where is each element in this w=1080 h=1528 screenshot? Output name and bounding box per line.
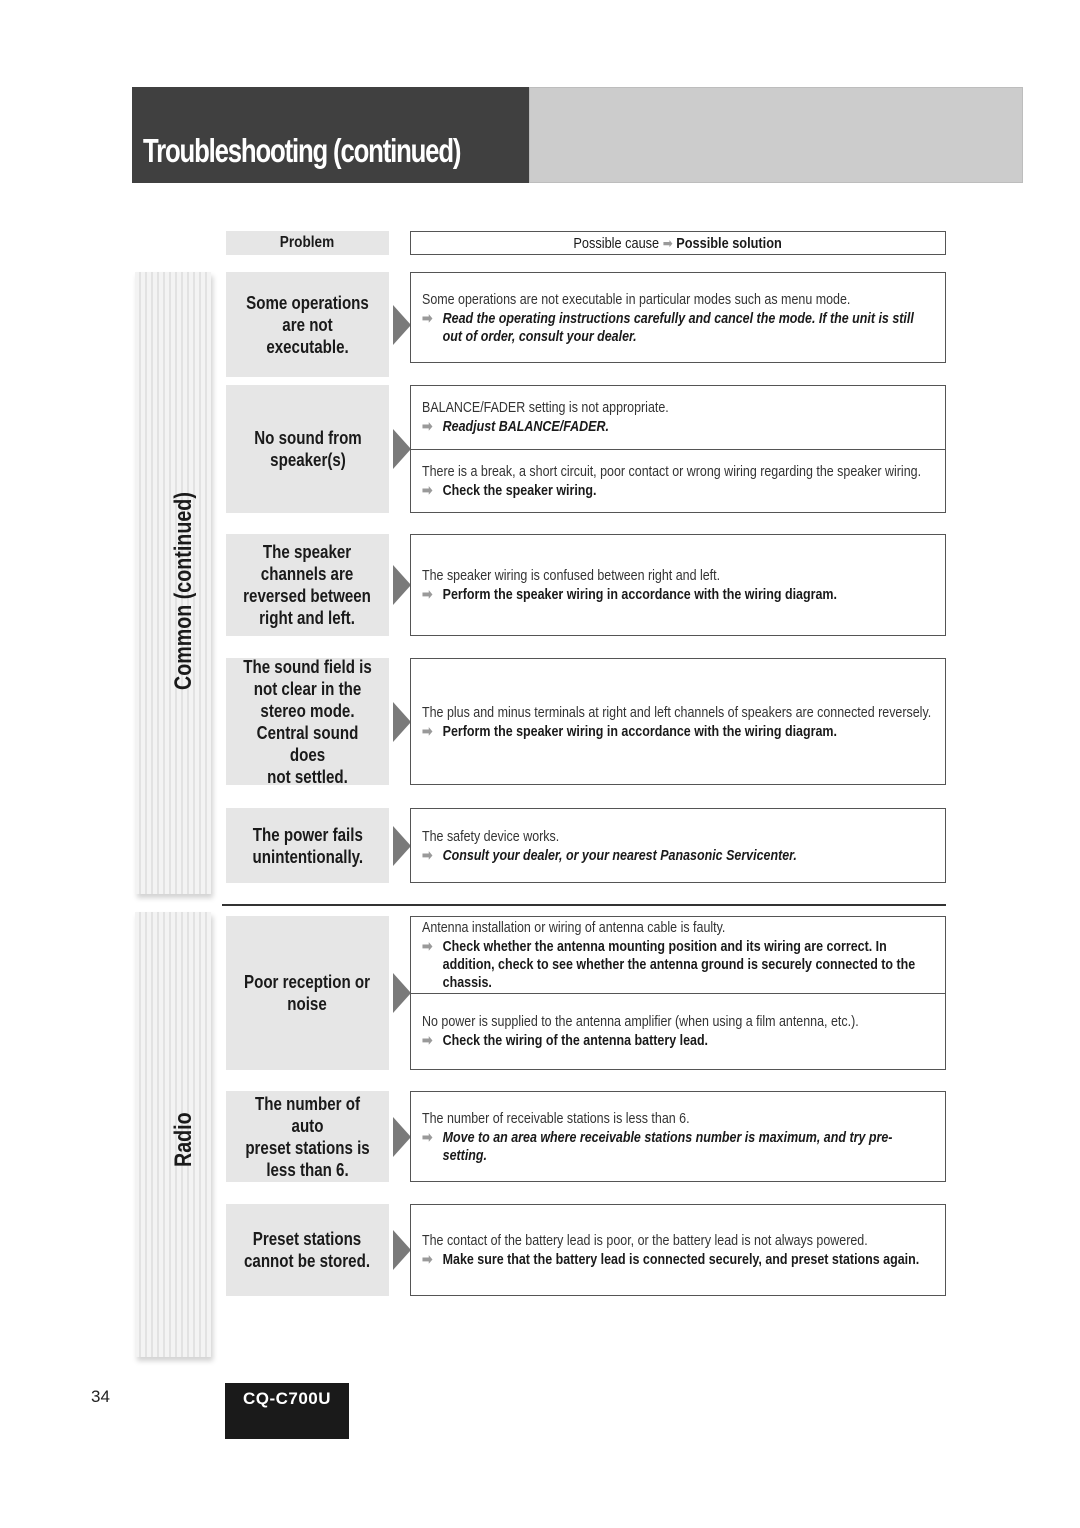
pointer-arrow-icon: [393, 1230, 411, 1270]
cause-text: The contact of the battery lead is poor,…: [422, 1233, 868, 1249]
page-title: Troubleshooting (continued): [143, 132, 461, 169]
problem-text: Some operations are not executable.: [246, 292, 369, 357]
solution: ➡ Check whether the antenna mounting posi…: [422, 938, 934, 992]
section-divider: [222, 904, 946, 906]
pointer-arrow-icon: [393, 701, 411, 742]
solution: ➡ Make sure that the battery lead is conn…: [422, 1251, 934, 1269]
page-number: 34: [91, 1387, 110, 1406]
arrow-right-icon: ➡: [422, 1129, 433, 1146]
pointer-arrow-icon: [393, 429, 411, 469]
problem-cell: Some operations are not executable.: [226, 272, 389, 377]
model-badge: CQ-C700U: [225, 1383, 349, 1439]
section-label-common: Common (continued): [170, 492, 197, 690]
solution: ➡ Readjust BALANCE/FADER.: [422, 418, 934, 436]
cause-entry: The contact of the battery lead is poor,…: [411, 1205, 945, 1295]
solution: ➡ Check the speaker wiring.: [422, 482, 934, 500]
section-label-radio: Radio: [170, 1112, 197, 1167]
cause-text: The safety device works.: [422, 828, 560, 845]
cause-text: Antenna installation or wiring of antenn…: [422, 919, 726, 936]
cause-label: Possible cause: [573, 235, 660, 252]
solution-text: Check the speaker wiring.: [442, 482, 597, 499]
arrow-right-icon: ➡: [422, 419, 433, 436]
solution-text: Readjust BALANCE/FADER.: [442, 419, 609, 436]
pointer-arrow-icon: [393, 565, 411, 605]
problem-cell: No sound from speaker(s): [226, 385, 389, 513]
problem-text: The power fails unintentionally.: [252, 824, 363, 867]
cause-entry: The plus and minus terminals at right an…: [411, 659, 945, 784]
cause-solution-box: The number of receivable stations is les…: [410, 1091, 946, 1182]
problem-cell: The sound field is not clear in the ster…: [226, 656, 389, 787]
cause-text: The plus and minus terminals at right an…: [422, 704, 932, 721]
arrow-right-icon: ➡: [422, 1033, 433, 1050]
arrow-right-icon: ➡: [663, 235, 674, 251]
solution-text: Perform the speaker wiring in accordance…: [442, 723, 837, 740]
cause-text: Some operations are not executable in pa…: [422, 291, 851, 308]
solution: ➡ Perform the speaker wiring in accordanc…: [422, 586, 934, 604]
cause-solution-box: The safety device works. ➡ Consult your de…: [410, 808, 946, 883]
problem-cell: The speaker channels are reversed betwee…: [226, 534, 389, 636]
problem-text: The sound field is not clear in the ster…: [243, 656, 372, 787]
cause-solution-box: Antenna installation or wiring of antenn…: [410, 916, 946, 1070]
solution: ➡ Consult your dealer, or your nearest Pa…: [422, 847, 934, 865]
arrow-right-icon: ➡: [422, 938, 433, 955]
solution-text: Perform the speaker wiring in accordance…: [442, 587, 837, 603]
column-header-problem: Problem: [226, 231, 389, 255]
problem-text: The number of auto preset stations is le…: [245, 1093, 370, 1180]
header-banner-extension: [529, 87, 1023, 183]
arrow-right-icon: ➡: [422, 482, 433, 499]
pointer-arrow-icon: [393, 825, 411, 866]
solution-label: Possible solution: [676, 235, 783, 252]
problem-cell: Poor reception or noise: [226, 916, 389, 1070]
cause-entry: BALANCE/FADER setting is not appropriate…: [411, 386, 945, 449]
cause-solution-box: BALANCE/FADER setting is not appropriate…: [410, 385, 946, 513]
solution: ➡ Move to an area where receivable statio…: [422, 1129, 934, 1165]
pointer-arrow-icon: [393, 973, 411, 1013]
problem-text: No sound from speaker(s): [253, 428, 362, 470]
arrow-right-icon: ➡: [422, 847, 433, 864]
cause-solution-box: The contact of the battery lead is poor,…: [410, 1204, 946, 1296]
solution-text: Check the wiring of the antenna battery …: [442, 1033, 709, 1050]
problem-cell: Preset stations cannot be stored.: [226, 1204, 389, 1296]
problem-text: Poor reception or noise: [244, 972, 371, 1014]
problem-text: The speaker channels are reversed betwee…: [243, 542, 372, 628]
problem-cell: The number of auto preset stations is le…: [226, 1091, 389, 1182]
cause-solution-box: The speaker wiring is confused between r…: [410, 534, 946, 636]
arrow-right-icon: ➡: [422, 1252, 433, 1268]
pointer-arrow-icon: [393, 304, 411, 345]
cause-entry: Antenna installation or wiring of antenn…: [411, 917, 945, 993]
cause-entry: The safety device works. ➡ Consult your de…: [411, 809, 945, 882]
solution-text: Move to an area where receivable station…: [442, 1129, 893, 1164]
solution: ➡ Check the wiring of the antenna battery…: [422, 1032, 934, 1050]
cause-entry: Some operations are not executable in pa…: [411, 273, 945, 362]
cause-text: BALANCE/FADER setting is not appropriate…: [422, 400, 669, 417]
cause-text: The speaker wiring is confused between r…: [422, 568, 721, 584]
cause-solution-box: Some operations are not executable in pa…: [410, 272, 946, 363]
solution: ➡ Read the operating instructions careful…: [422, 310, 934, 346]
solution-text: Check whether the antenna mounting posit…: [442, 938, 916, 991]
arrow-right-icon: ➡: [422, 723, 433, 740]
solution: ➡ Perform the speaker wiring in accordanc…: [422, 723, 934, 741]
solution-text: Read the operating instructions carefull…: [442, 310, 914, 345]
solution-text: Consult your dealer, or your nearest Pan…: [442, 847, 797, 864]
cause-entry: The number of receivable stations is les…: [411, 1092, 945, 1181]
cause-text: There is a break, a short circuit, poor …: [422, 463, 922, 480]
arrow-right-icon: ➡: [422, 587, 433, 603]
column-header-cause-solution: Possible cause ➡ Possible solution: [410, 231, 946, 255]
cause-entry: The speaker wiring is confused between r…: [411, 535, 945, 635]
cause-text: No power is supplied to the antenna ampl…: [422, 1014, 859, 1031]
problem-cell: The power fails unintentionally.: [226, 808, 389, 883]
arrow-right-icon: ➡: [422, 310, 433, 327]
problem-text: Preset stations cannot be stored.: [244, 1229, 371, 1271]
cause-entry: There is a break, a short circuit, poor …: [411, 448, 945, 513]
cause-entry: No power is supplied to the antenna ampl…: [411, 992, 945, 1070]
cause-text: The number of receivable stations is les…: [422, 1110, 690, 1127]
solution-text: Make sure that the battery lead is conne…: [442, 1252, 920, 1268]
cause-solution-box: The plus and minus terminals at right an…: [410, 658, 946, 785]
pointer-arrow-icon: [393, 1116, 411, 1157]
